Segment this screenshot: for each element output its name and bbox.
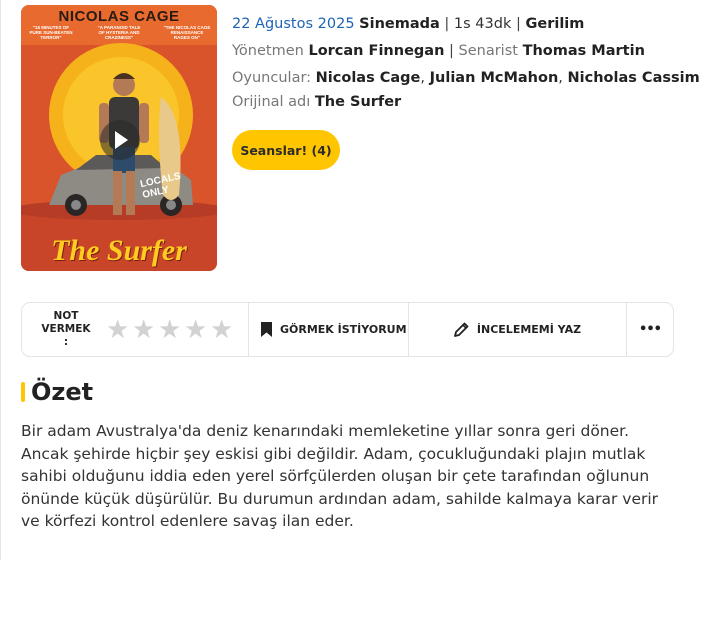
duration: 1s 43dk (453, 16, 512, 32)
poster-title: The Surfer (51, 234, 187, 267)
left-divider (0, 0, 1, 560)
poster-quote-middle: "A PARANOID TALE OF HYSTERIA AND CRAZINE… (97, 25, 141, 40)
genre-link[interactable]: Gerilim (525, 16, 584, 32)
director-link[interactable]: Lorcan Finnegan (308, 43, 444, 59)
poster-quote-left: "15 MINUTES OF PURE SUN-BEATEN TERROR" (29, 25, 73, 40)
info-row-cast: Oyuncular: Nicolas Cage, Julian McMahon,… (232, 65, 700, 92)
movie-info: 22 Ağustos 2025 Sinemada | 1s 43dk | Ger… (232, 11, 700, 112)
director-label: Yönetmen (232, 43, 304, 59)
info-row-crew: Yönetmen Lorcan Finnegan | Senarist Thom… (232, 38, 700, 65)
star-icon[interactable]: ★ (158, 317, 184, 343)
want-to-see-label: GÖRMEK İSTİYORUM (280, 323, 407, 336)
cast-separator: , (420, 70, 426, 86)
star-icon[interactable]: ★ (132, 317, 158, 343)
poster-quote-right: "THE NICOLAS CAGE RENAISSANCE RAGES ON" (163, 25, 211, 40)
rating-stars: ★ ★ ★ ★ ★ (106, 317, 236, 343)
rating-label-line-2: VERMEK : (41, 323, 91, 348)
cast-link[interactable]: Nicolas Cage (316, 70, 421, 86)
want-to-see-button[interactable]: GÖRMEK İSTİYORUM (248, 303, 408, 356)
movie-poster[interactable]: NICOLAS CAGE "15 MINUTES OF PURE SUN-BEA… (21, 5, 217, 271)
write-review-button[interactable]: İNCELEMEMİ YAZ (408, 303, 626, 356)
action-bar: NOT VERMEK : ★ ★ ★ ★ ★ GÖRMEK İSTİYORUM … (21, 302, 674, 357)
writer-label: Senarist (458, 43, 518, 59)
section-accent-bar (21, 382, 25, 402)
info-row-original: Orijinal adı The Surfer (232, 92, 700, 112)
summary-title: Özet (31, 378, 94, 406)
separator: | (449, 43, 454, 59)
summary-header: Özet (21, 378, 93, 406)
release-status[interactable]: Sinemada (359, 16, 440, 32)
original-title: The Surfer (314, 94, 402, 110)
cast-link[interactable]: Julian McMahon (430, 70, 559, 86)
play-trailer-button[interactable] (100, 120, 140, 160)
pencil-icon (454, 322, 469, 337)
cast-link[interactable]: Nicholas Cassim (568, 70, 700, 86)
star-icon[interactable]: ★ (106, 317, 132, 343)
star-icon[interactable]: ★ (184, 317, 210, 343)
poster-actor-name: NICOLAS CAGE (58, 8, 180, 25)
writer-link[interactable]: Thomas Martin (523, 43, 645, 59)
rating-section: NOT VERMEK : ★ ★ ★ ★ ★ (22, 303, 248, 356)
showtimes-button[interactable]: Seanslar! (4) (232, 130, 340, 170)
play-icon (115, 131, 128, 149)
original-title-label: Orijinal adı (232, 94, 311, 110)
more-dots-icon: ••• (639, 322, 662, 337)
write-review-label: İNCELEMEMİ YAZ (476, 323, 582, 336)
rating-label: NOT VERMEK : (38, 310, 94, 349)
summary-text: Bir adam Avustralya'da deniz kenarındaki… (21, 422, 659, 530)
bookmark-icon (261, 322, 272, 337)
cast-separator: , (558, 70, 563, 86)
more-options-button[interactable]: ••• (626, 303, 673, 356)
separator: | (444, 16, 450, 32)
info-row-release: 22 Ağustos 2025 Sinemada | 1s 43dk | Ger… (232, 11, 700, 38)
release-date[interactable]: 22 Ağustos 2025 (232, 16, 355, 32)
cast-label: Oyuncular: (232, 70, 312, 86)
star-icon[interactable]: ★ (210, 317, 236, 343)
separator: | (515, 16, 521, 32)
rating-label-line-1: NOT (53, 310, 79, 322)
